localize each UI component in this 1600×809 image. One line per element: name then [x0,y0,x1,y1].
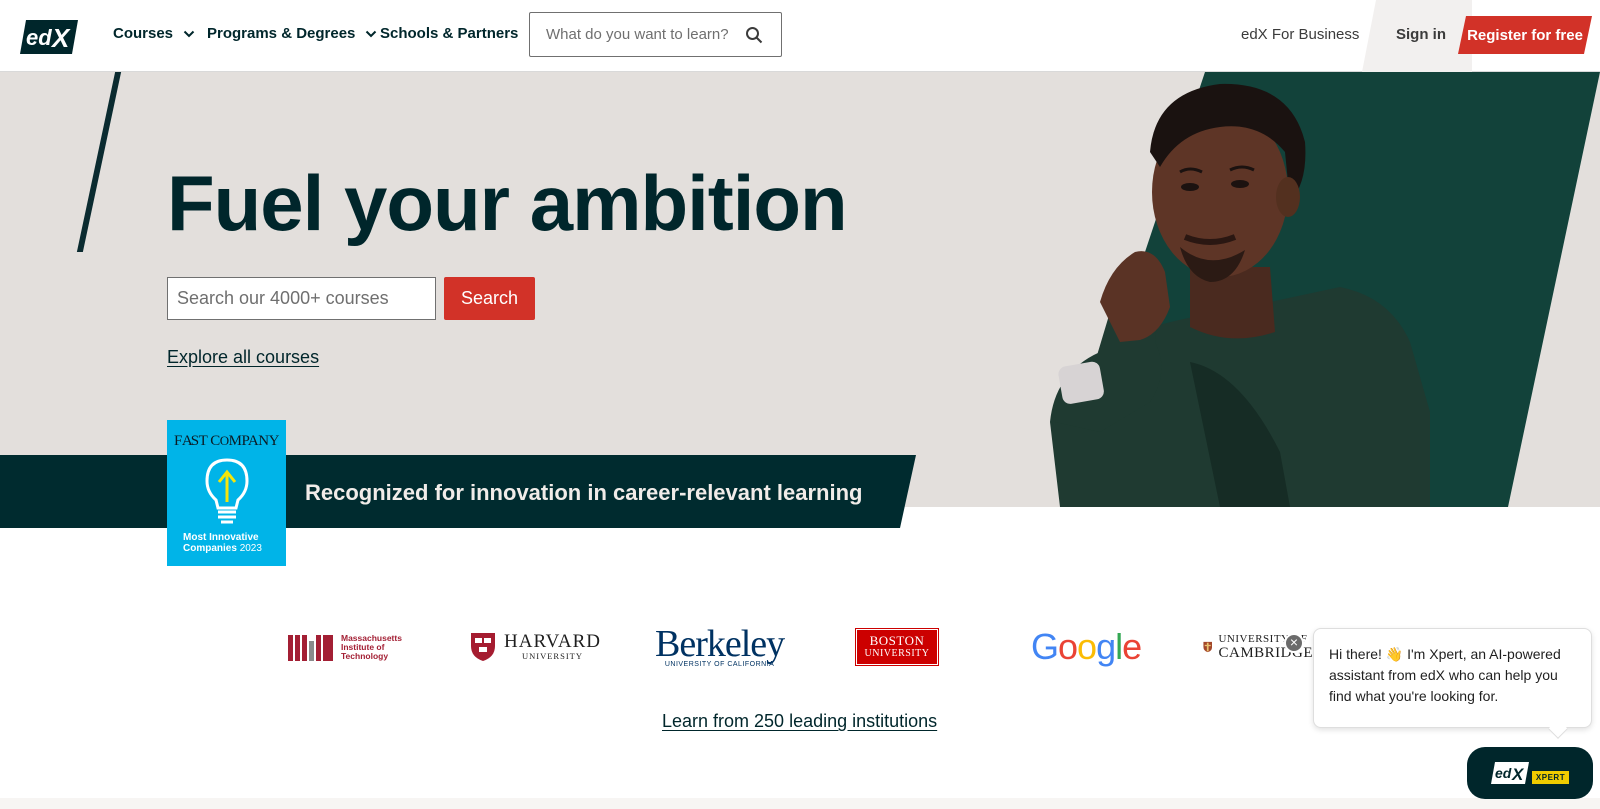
xpert-launcher-button[interactable]: ed X XPERT [1467,747,1593,799]
badge-year: 2023 [239,543,262,554]
berkeley-sub: UNIVERSITY OF CALIFORNIA [664,660,775,668]
badge-caption-line2: Companies [183,543,237,554]
svg-text:X: X [50,23,71,53]
xpert-chat-message: Hi there! 👋 I'm Xpert, an AI-powered ass… [1329,646,1561,704]
harvard-name: HARVARD [504,631,601,652]
register-button[interactable]: Register for free [1458,16,1592,54]
hero-title: Fuel your ambition [167,159,848,247]
edx-logo[interactable]: ed X [20,20,78,54]
svg-text:X: X [1511,765,1525,784]
badge-publisher: FAST COMPANY [174,433,279,449]
hero-person-image [1050,83,1430,507]
boston-line2: UNIVERSITY [864,648,930,659]
edx-for-business-link[interactable]: edX For Business [1241,26,1359,43]
next-section-edge [0,798,1600,809]
svg-text:ed: ed [1495,765,1512,781]
badge-caption-line1: Most Innovative [183,532,259,543]
harvard-logo[interactable]: HARVARD UNIVERSITY [470,625,601,669]
harvard-shield-icon [471,633,495,661]
badge-caption: Most Innovative Companies 2023 [183,532,262,554]
sign-in-link[interactable]: Sign in [1396,26,1446,43]
lightbulb-icon [205,458,249,524]
boston-university-logo[interactable]: BOSTON UNIVERSITY [855,628,939,666]
mit-wordmark: Massachusetts Institute of Technology [341,633,402,661]
hero-search-button[interactable]: Search [444,277,535,320]
header-search-box [529,12,782,57]
harvard-wordmark: HARVARD UNIVERSITY [504,631,601,661]
google-letter-l: l [1115,626,1123,667]
mit-logo[interactable]: Massachusetts Institute of Technology [288,625,402,669]
chevron-down-icon [366,30,377,37]
google-letter-g2: g [1096,626,1116,667]
google-letter-o2: o [1077,626,1097,667]
header-search-input[interactable] [546,26,736,43]
google-letter-e: e [1122,626,1142,667]
search-icon[interactable] [743,24,765,46]
hero-search-box [167,277,436,320]
close-icon[interactable]: × [1284,633,1304,653]
register-label: Register for free [1467,26,1583,44]
cambridge-shield-icon [1203,641,1213,653]
harvard-sub: UNIVERSITY [521,651,583,661]
hero-search-input[interactable] [177,288,426,309]
chevron-down-icon [183,30,195,37]
explore-all-courses-link[interactable]: Explore all courses [167,347,319,368]
fast-company-badge: FAST COMPANY Most Innovative Companies 2… [167,420,286,566]
xpert-chat-bubble[interactable]: Hi there! 👋 I'm Xpert, an AI-powered ass… [1313,628,1592,728]
mit-line3: Technology [341,650,389,661]
edx-logo-small: ed X [1490,762,1529,784]
nav-schools-partners[interactable]: Schools & Partners [380,25,518,42]
xpert-tag: XPERT [1531,770,1570,784]
berkeley-logo[interactable]: Berkeley UNIVERSITY OF CALIFORNIA [655,622,785,669]
berkeley-name: Berkeley [655,622,785,665]
google-letter-g: G [1031,626,1059,667]
google-logo[interactable]: Google [1031,625,1142,669]
nav-courses[interactable]: Courses [113,25,195,42]
svg-text:ed: ed [26,25,52,50]
nav-programs-label: Programs & Degrees [207,25,356,42]
hero-search-button-label: Search [460,288,519,308]
nav-courses-label: Courses [113,25,174,42]
nav-schools-label: Schools & Partners [380,25,519,42]
nav-programs-degrees[interactable]: Programs & Degrees [207,25,377,42]
site-header: ed X Courses Programs & Degrees Schools … [0,0,1600,72]
google-letter-o1: o [1058,626,1078,667]
learn-from-institutions-link[interactable]: Learn from 250 leading institutions [662,711,937,732]
mit-mark-icon [288,633,333,661]
boston-line1: BOSTON [869,633,925,648]
recognition-text: Recognized for innovation in career-rele… [305,480,863,505]
